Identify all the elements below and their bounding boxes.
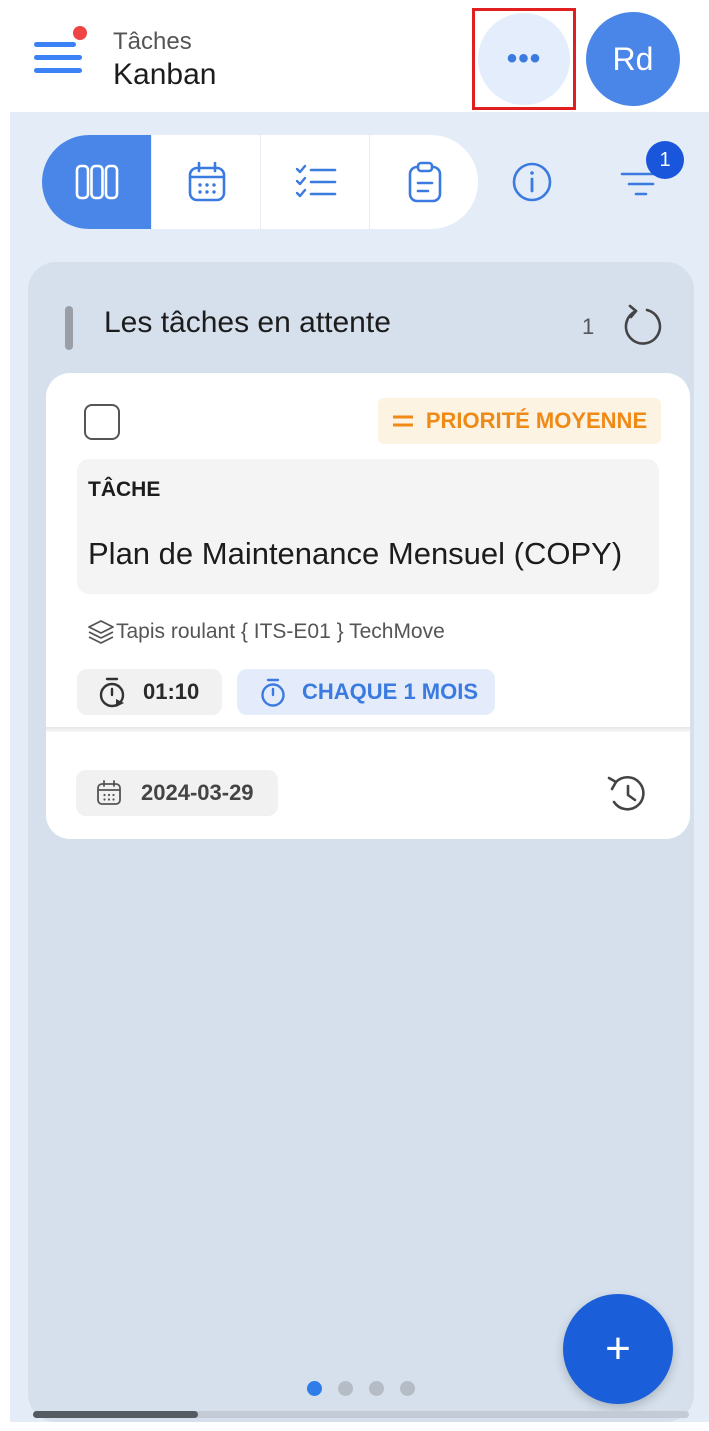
column-indicator (65, 306, 73, 350)
page-dot-4[interactable] (400, 1381, 415, 1396)
scrollbar-thumb[interactable] (33, 1411, 198, 1418)
highlight-box (472, 8, 576, 110)
task-checkbox[interactable] (84, 404, 120, 440)
checklist-view-icon (295, 164, 336, 198)
avatar-initials: Rd (612, 40, 654, 77)
tab-checklist[interactable] (260, 135, 370, 229)
timer-icon (99, 677, 125, 708)
timer-icon (261, 678, 285, 707)
column-count: 1 (582, 314, 595, 339)
kanban-view-icon (75, 164, 118, 200)
info-icon (512, 162, 552, 202)
history-icon (607, 775, 645, 811)
task-location: Tapis roulant { ITS-E01 } TechMove (116, 620, 445, 643)
tab-calendar[interactable] (151, 135, 261, 229)
card-divider (46, 727, 690, 732)
column-title: Les tâches en attente (104, 306, 391, 339)
tab-kanban[interactable] (42, 135, 151, 229)
task-type-label: TÂCHE (88, 478, 161, 501)
plus-icon: + (605, 1324, 631, 1373)
history-button[interactable] (604, 770, 652, 818)
task-duration: 01:10 (143, 679, 200, 704)
clipboard-view-icon (408, 161, 441, 203)
add-task-button[interactable]: + (563, 1294, 673, 1404)
task-info-box (77, 459, 659, 594)
avatar[interactable]: Rd (586, 12, 680, 106)
layers-icon (87, 619, 115, 645)
menu-icon (34, 42, 76, 47)
task-recurrence: CHAQUE 1 MOIS (302, 679, 479, 704)
page-dot-1[interactable] (307, 1381, 322, 1396)
calendar-icon (97, 780, 121, 805)
priority-medium-icon (392, 415, 413, 427)
task-date: 2024-03-29 (141, 780, 254, 805)
priority-badge: PRIORITÉ MOYENNE (378, 398, 661, 444)
filter-count: 1 (659, 148, 671, 171)
refresh-icon (624, 304, 662, 345)
filter-count-badge: 1 (646, 141, 684, 179)
page-subtitle: Tâches (113, 28, 192, 55)
tab-clipboard[interactable] (369, 135, 478, 229)
notification-dot (73, 26, 87, 40)
view-switcher (42, 135, 478, 229)
priority-label: PRIORITÉ MOYENNE (425, 408, 648, 433)
task-name: Plan de Maintenance Mensuel (COPY) (88, 536, 623, 571)
calendar-view-icon (188, 161, 225, 202)
info-button[interactable] (508, 158, 556, 206)
menu-button[interactable] (30, 26, 87, 82)
refresh-button[interactable] (622, 303, 666, 349)
page-dot-2[interactable] (338, 1381, 353, 1396)
page-dot-3[interactable] (369, 1381, 384, 1396)
page-title: Kanban (113, 58, 217, 91)
